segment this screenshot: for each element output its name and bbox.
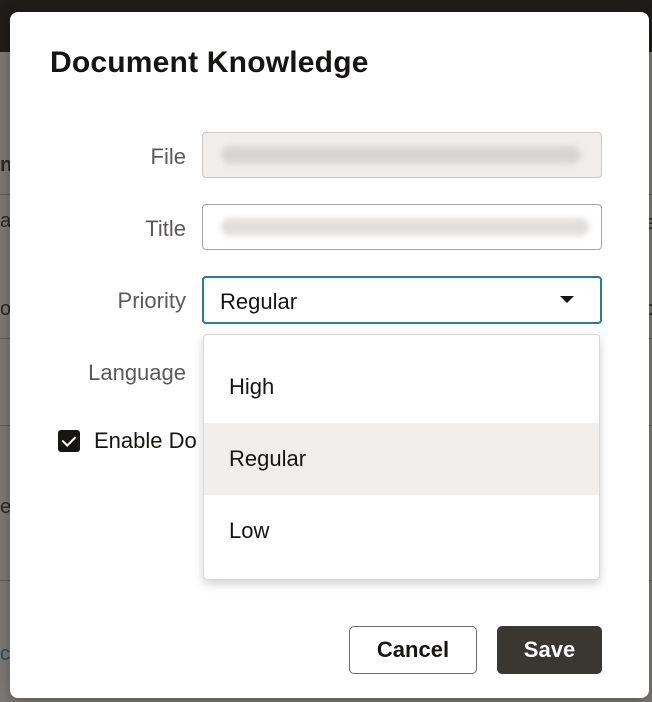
priority-select-value: Regular: [220, 289, 298, 314]
language-label: Language: [88, 360, 186, 385]
priority-dropdown-menu: High Regular Low: [203, 334, 600, 580]
file-value-redacted: [221, 146, 581, 164]
document-knowledge-dialog: Document Knowledge File Title Priority R…: [10, 12, 649, 698]
title-value-redacted: [221, 218, 589, 236]
file-label: File: [150, 144, 186, 169]
caret-down-icon: [560, 296, 574, 303]
enable-checkbox[interactable]: [58, 430, 80, 452]
enable-checkbox-row[interactable]: Enable Do: [58, 426, 197, 456]
title-label: Title: [145, 216, 186, 241]
priority-label: Priority: [117, 288, 186, 313]
cancel-button[interactable]: Cancel: [349, 626, 477, 674]
enable-checkbox-label: Enable Do: [94, 428, 197, 453]
file-field[interactable]: [202, 132, 602, 178]
checkmark-icon: [61, 432, 77, 447]
background-text-fragment: c: [0, 643, 10, 665]
save-button[interactable]: Save: [497, 626, 602, 674]
priority-option-high[interactable]: High: [204, 351, 599, 423]
dialog-title: Document Knowledge: [50, 46, 369, 79]
priority-option-regular[interactable]: Regular: [204, 423, 599, 495]
priority-option-low[interactable]: Low: [204, 495, 599, 567]
priority-select[interactable]: Regular: [202, 276, 602, 324]
title-input[interactable]: [202, 204, 602, 250]
